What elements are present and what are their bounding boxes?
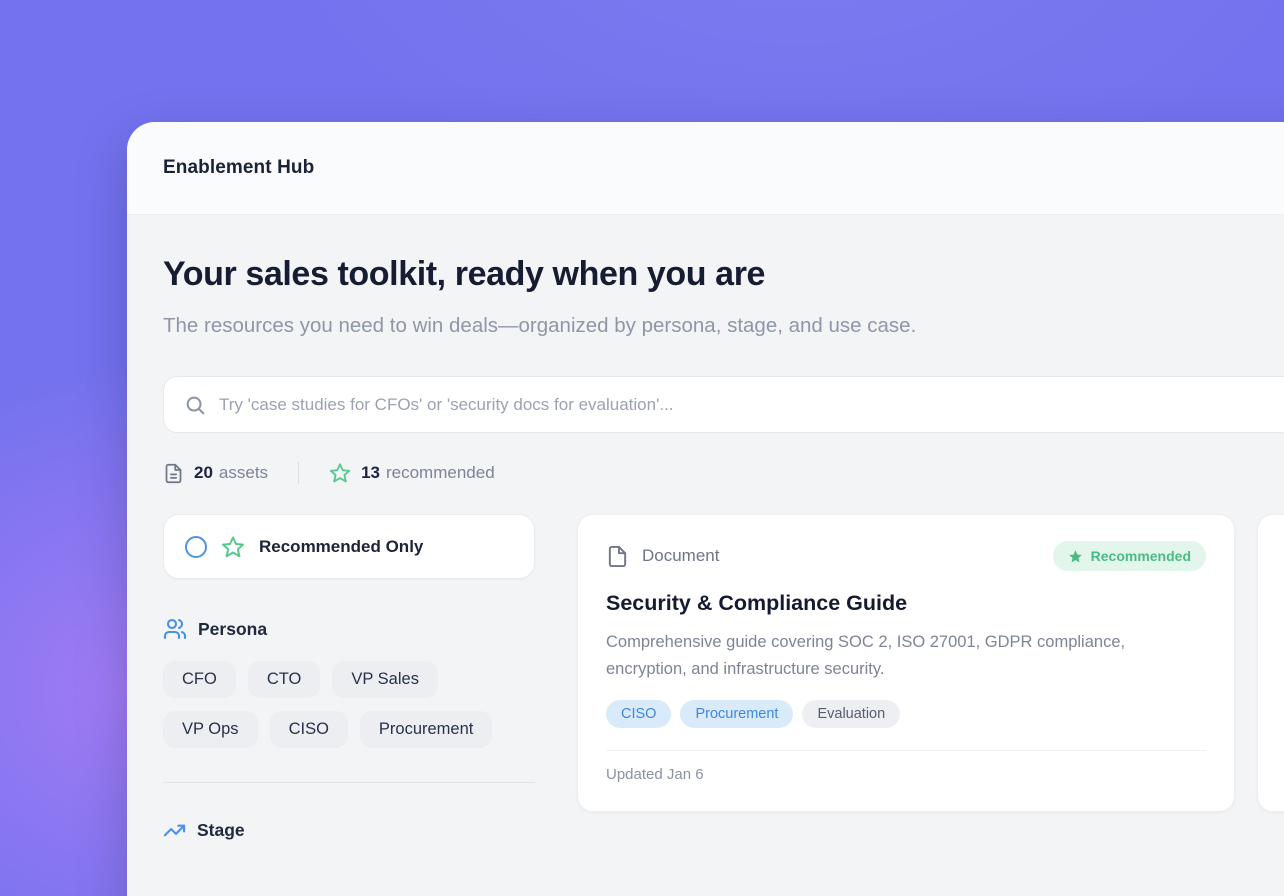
persona-filter-section: Persona CFO CTO VP Sales VP Ops CISO Pro…: [163, 617, 535, 748]
stage-label: Stage: [197, 820, 245, 841]
main-content: Your sales toolkit, ready when you are T…: [127, 215, 1284, 842]
app-title: Enablement Hub: [163, 157, 314, 179]
recommended-label: recommended: [386, 463, 495, 483]
page-subtitle: The resources you need to win deals—orga…: [163, 309, 933, 343]
content-row: Recommended Only: [163, 514, 1284, 842]
persona-chip-vp-sales[interactable]: VP Sales: [332, 661, 438, 698]
trending-up-icon: [163, 819, 186, 842]
file-icon: [606, 545, 629, 568]
persona-chip-procurement[interactable]: Procurement: [360, 711, 492, 748]
card-type: Document: [606, 545, 719, 568]
persona-chip-vp-ops[interactable]: VP Ops: [163, 711, 258, 748]
tag-procurement[interactable]: Procurement: [680, 700, 793, 728]
stats-row: 20 assets 13 recommended: [163, 462, 1284, 484]
persona-chip-cto[interactable]: CTO: [248, 661, 321, 698]
stats-divider: [298, 462, 299, 484]
app-window: Enablement Hub Your sales toolkit, ready…: [127, 122, 1284, 896]
stage-filter-section: Stage: [163, 819, 535, 842]
sidebar-divider: [163, 782, 535, 783]
card-header: Document Recommended: [606, 541, 1206, 571]
card-type-label: Document: [642, 546, 719, 566]
search-icon: [184, 394, 206, 416]
desktop-background: Enablement Hub Your sales toolkit, ready…: [0, 0, 1284, 896]
recommended-badge-label: Recommended: [1091, 548, 1191, 564]
persona-chip-cfo[interactable]: CFO: [163, 661, 236, 698]
app-header: Enablement Hub: [127, 122, 1284, 215]
assets-count: 20: [194, 463, 213, 483]
assets-stat: 20 assets: [163, 463, 268, 484]
card-description: Comprehensive guide covering SOC 2, ISO …: [606, 629, 1171, 683]
card-updated: Updated Jan 6: [606, 750, 1206, 783]
star-filled-icon: [1068, 549, 1083, 564]
tag-ciso[interactable]: CISO: [606, 700, 671, 728]
recommended-only-label: Recommended Only: [259, 537, 423, 557]
card-tags: CISO Procurement Evaluation: [606, 700, 1206, 728]
recommended-badge: Recommended: [1053, 541, 1206, 571]
recommended-stat: 13 recommended: [329, 462, 495, 484]
persona-chips: CFO CTO VP Sales VP Ops CISO Procurement: [163, 661, 535, 748]
persona-label: Persona: [198, 619, 267, 640]
star-outline-icon: [221, 535, 245, 559]
search-bar[interactable]: [163, 376, 1284, 433]
asset-cards: Document Recommended: [577, 514, 1284, 812]
stage-header: Stage: [163, 819, 535, 842]
card-title: Security & Compliance Guide: [606, 591, 1206, 616]
asset-card-partial[interactable]: [1257, 514, 1284, 812]
search-input[interactable]: [219, 395, 1284, 415]
asset-card-security-compliance-guide[interactable]: Document Recommended: [577, 514, 1235, 812]
recommended-count: 13: [361, 463, 380, 483]
persona-header: Persona: [163, 617, 535, 641]
star-outline-icon: [329, 462, 351, 484]
recommended-only-toggle[interactable]: Recommended Only: [163, 514, 535, 579]
document-count-icon: [163, 463, 184, 484]
tag-evaluation[interactable]: Evaluation: [802, 700, 900, 728]
persona-chip-ciso[interactable]: CISO: [270, 711, 348, 748]
users-icon: [163, 617, 187, 641]
page-title: Your sales toolkit, ready when you are: [163, 255, 1284, 294]
filters-sidebar: Recommended Only: [163, 514, 535, 842]
assets-label: assets: [219, 463, 268, 483]
radio-circle-icon[interactable]: [185, 536, 207, 558]
